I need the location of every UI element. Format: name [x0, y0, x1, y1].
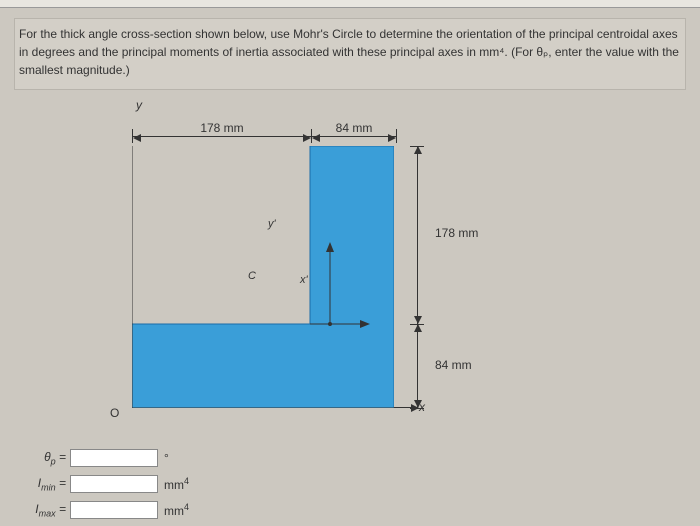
dimension-84-top: 84 mm: [312, 136, 396, 137]
dim-value: 84 mm: [435, 358, 472, 372]
imin-label: Imin =: [22, 476, 66, 492]
answer-row-theta: θp = °: [22, 448, 189, 468]
theta-p-label: θp =: [22, 450, 66, 466]
y-axis-label: y: [136, 98, 142, 112]
x-prime-label: x': [300, 274, 308, 286]
toolbar-strip: [0, 0, 700, 8]
origin-label: O: [110, 406, 119, 420]
dim-value: 84 mm: [332, 121, 377, 135]
answer-row-imin: Imin = mm4: [22, 474, 189, 494]
question-text: For the thick angle cross-section shown …: [14, 18, 686, 90]
theta-p-input[interactable]: [70, 449, 158, 467]
top-dimension-line: 178 mm 84 mm: [132, 126, 397, 146]
right-dimension-lines: 178 mm 84 mm: [416, 146, 496, 408]
unit-degrees: °: [164, 451, 169, 465]
dimension-178-top: 178 mm: [133, 136, 311, 137]
centroid-label: C: [248, 270, 256, 282]
dim-value: 178 mm: [435, 226, 478, 240]
unit-mm4: mm4: [164, 476, 189, 492]
answer-row-imax: Imax = mm4: [22, 500, 189, 520]
imin-input[interactable]: [70, 475, 158, 493]
answer-section: θp = ° Imin = mm4 Imax = mm4: [22, 448, 189, 526]
imax-input[interactable]: [70, 501, 158, 519]
cross-section-shape: [132, 146, 394, 408]
content-area: For the thick angle cross-section shown …: [0, 8, 700, 468]
dimension-84-right: 84 mm: [416, 324, 476, 408]
diagram: y 178 mm 84 mm: [74, 98, 634, 458]
unit-mm4: mm4: [164, 502, 189, 518]
y-prime-label: y': [268, 218, 276, 230]
dimension-178-right: 178 mm: [416, 146, 476, 324]
dim-value: 178 mm: [196, 121, 247, 135]
imax-label: Imax =: [22, 502, 66, 518]
